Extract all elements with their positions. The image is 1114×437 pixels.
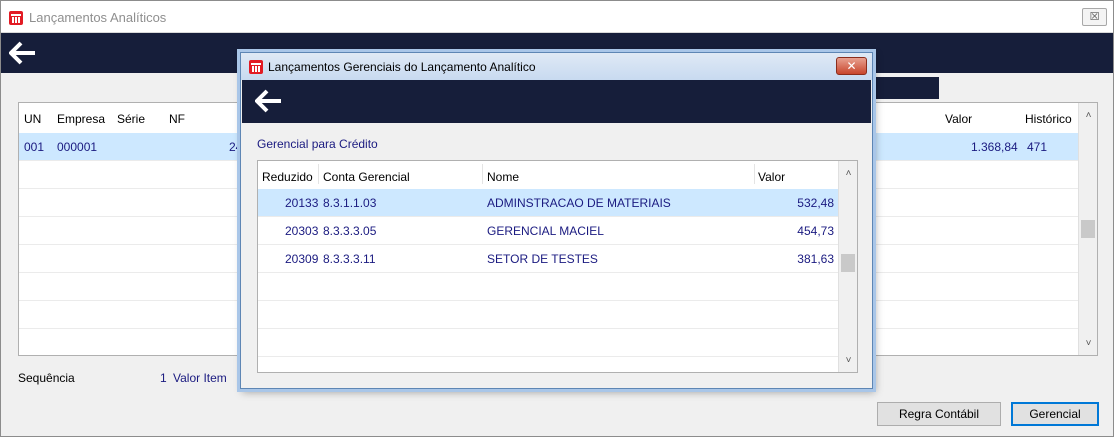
- cell-valor: 454,73: [797, 224, 834, 238]
- regra-contabil-label: Regra Contábil: [898, 407, 980, 421]
- cell-valor: 1.368,84: [971, 140, 1018, 154]
- back-arrow-icon[interactable]: [9, 41, 37, 65]
- scrollbar-thumb[interactable]: [1081, 220, 1095, 238]
- col-header-reduzido[interactable]: Reduzido: [262, 170, 313, 184]
- cell-reduzido: 20309: [285, 252, 319, 266]
- cell-un: 001: [24, 140, 45, 154]
- cell-historico: 471: [1027, 140, 1048, 154]
- col-header-valor[interactable]: Valor: [758, 170, 785, 184]
- table-row[interactable]: 20303 8.3.3.3.05 GERENCIAL MACIEL 454,73: [258, 217, 838, 245]
- app-logo-icon: [9, 11, 23, 25]
- gerenciais-dialog: Lançamentos Gerenciais do Lançamento Ana…: [240, 52, 873, 389]
- main-window-title: Lançamentos Analíticos: [29, 10, 167, 25]
- cell-empresa: 000001: [57, 140, 98, 154]
- chevron-down-icon[interactable]: ˅: [1079, 335, 1097, 353]
- column-divider: [318, 164, 319, 184]
- column-divider: [482, 164, 483, 184]
- dialog-grid-scrollbar[interactable]: ˄ ˅: [838, 161, 857, 372]
- dialog-nav-band: [242, 80, 871, 123]
- cell-nome: ADMINSTRACAO DE MATERIAIS: [487, 196, 671, 210]
- sequence-value: 1: [160, 371, 167, 385]
- col-header-nome[interactable]: Nome: [487, 170, 519, 184]
- col-header-un[interactable]: UN: [24, 112, 41, 126]
- table-row[interactable]: [258, 329, 838, 357]
- col-header-nf[interactable]: NF: [169, 112, 185, 126]
- cell-valor: 381,63: [797, 252, 834, 266]
- chevron-up-icon[interactable]: ˄: [1079, 107, 1097, 125]
- dialog-titlebar: Lançamentos Gerenciais do Lançamento Ana…: [241, 53, 872, 80]
- cell-valor: 532,48: [797, 196, 834, 210]
- scrollbar-thumb[interactable]: [841, 254, 855, 272]
- col-header-historico[interactable]: Histórico: [1025, 112, 1072, 126]
- chevron-up-icon[interactable]: ˄: [839, 165, 857, 183]
- chevron-down-icon[interactable]: ˅: [839, 352, 857, 370]
- app-logo-icon: [249, 60, 263, 74]
- dialog-title: Lançamentos Gerenciais do Lançamento Ana…: [268, 60, 536, 74]
- table-row[interactable]: [258, 273, 838, 301]
- dialog-grid: Reduzido Conta Gerencial Nome Valor 2013…: [257, 160, 858, 373]
- col-header-valor[interactable]: Valor: [945, 112, 972, 126]
- cell-conta: 8.3.3.3.05: [323, 224, 377, 238]
- sequence-label: Sequência: [18, 371, 75, 385]
- main-titlebar: Lançamentos Analíticos ☒: [1, 1, 1113, 33]
- table-row[interactable]: [258, 301, 838, 329]
- dialog-grid-header: Reduzido Conta Gerencial Nome Valor: [258, 161, 838, 189]
- main-toolbar-fragment: [873, 77, 939, 99]
- col-header-conta-gerencial[interactable]: Conta Gerencial: [323, 170, 410, 184]
- cell-nome: SETOR DE TESTES: [487, 252, 598, 266]
- col-header-empresa[interactable]: Empresa: [57, 112, 105, 126]
- cell-conta: 8.3.3.3.11: [323, 252, 376, 266]
- table-row[interactable]: 20309 8.3.3.3.11 SETOR DE TESTES 381,63: [258, 245, 838, 273]
- cell-nome: GERENCIAL MACIEL: [487, 224, 604, 238]
- section-label: Gerencial para Crédito: [257, 137, 378, 151]
- gerencial-label: Gerencial: [1029, 407, 1081, 421]
- column-divider: [754, 164, 755, 184]
- cell-conta: 8.3.1.1.03: [323, 196, 377, 210]
- cell-reduzido: 20303: [285, 224, 319, 238]
- main-close-button[interactable]: ☒: [1082, 8, 1107, 26]
- dialog-close-button[interactable]: ✕: [836, 57, 867, 75]
- regra-contabil-button[interactable]: Regra Contábil: [877, 402, 1001, 426]
- col-header-serie[interactable]: Série: [117, 112, 145, 126]
- main-grid-scrollbar[interactable]: ˄ ˅: [1078, 103, 1097, 355]
- table-row[interactable]: 20133 8.3.1.1.03 ADMINSTRACAO DE MATERIA…: [258, 189, 838, 217]
- back-arrow-icon[interactable]: [255, 89, 283, 113]
- cell-reduzido: 20133: [285, 196, 319, 210]
- gerencial-button[interactable]: Gerencial: [1011, 402, 1099, 426]
- value-item-label: Valor Item: [173, 371, 227, 385]
